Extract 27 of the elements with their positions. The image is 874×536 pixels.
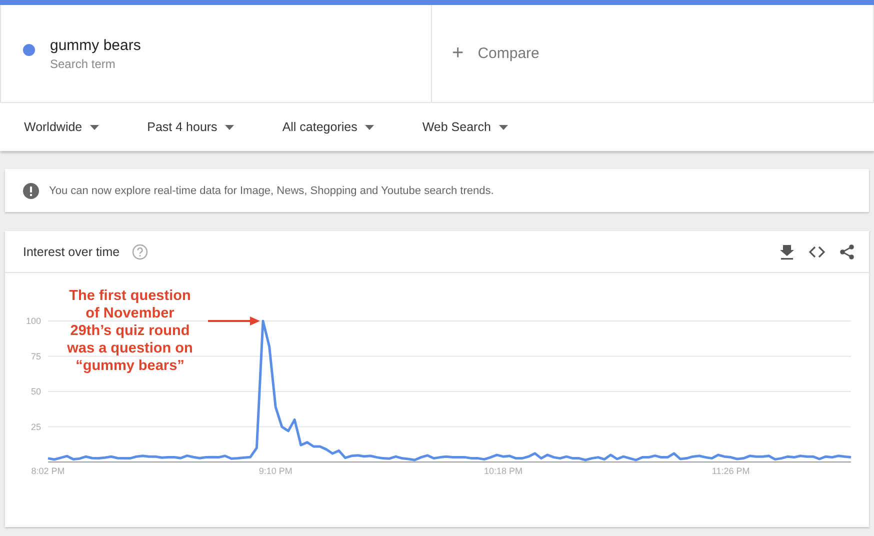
panel-title: Interest over time bbox=[23, 244, 120, 258]
filter-dropdown[interactable]: Web Search bbox=[422, 120, 508, 134]
y-tick-label: 100 bbox=[26, 316, 41, 326]
search-term-label: Search term bbox=[50, 57, 116, 71]
annotation-text: The first question of November 29th’s quiz round was a question on “gummy bears” bbox=[67, 288, 193, 374]
x-tick-label: 11:26 PM bbox=[712, 466, 750, 476]
caret-icon bbox=[90, 124, 100, 130]
y-tick-label: 25 bbox=[30, 422, 41, 432]
y-tick-label: 50 bbox=[30, 386, 41, 396]
download-icon[interactable] bbox=[779, 244, 795, 260]
x-tick-label: 9:10 PM bbox=[258, 466, 292, 476]
x-tick-label: 10:18 PM bbox=[484, 466, 522, 476]
y-tick-label: 75 bbox=[30, 351, 41, 362]
code-icon[interactable] bbox=[809, 244, 825, 260]
x-tick-label: 8:02 PM bbox=[31, 466, 65, 476]
caret-icon bbox=[365, 124, 374, 130]
alert-icon bbox=[23, 182, 39, 198]
notice-text: You can now explore real-time data for Image, News, Shopping and Youtube search trends. bbox=[49, 184, 494, 196]
filter-dropdown[interactable]: All categories bbox=[282, 120, 374, 134]
filter-dropdown[interactable]: Worldwide bbox=[24, 120, 100, 134]
compare-button[interactable]: + Compare bbox=[452, 42, 540, 65]
annotation-arrow bbox=[208, 316, 260, 326]
filter-dropdown[interactable]: Past 4 hours bbox=[147, 120, 234, 134]
search-term[interactable]: gummy bears bbox=[50, 37, 141, 54]
caret-icon bbox=[498, 124, 508, 130]
caret-icon bbox=[225, 124, 234, 130]
share-icon[interactable] bbox=[839, 244, 855, 260]
